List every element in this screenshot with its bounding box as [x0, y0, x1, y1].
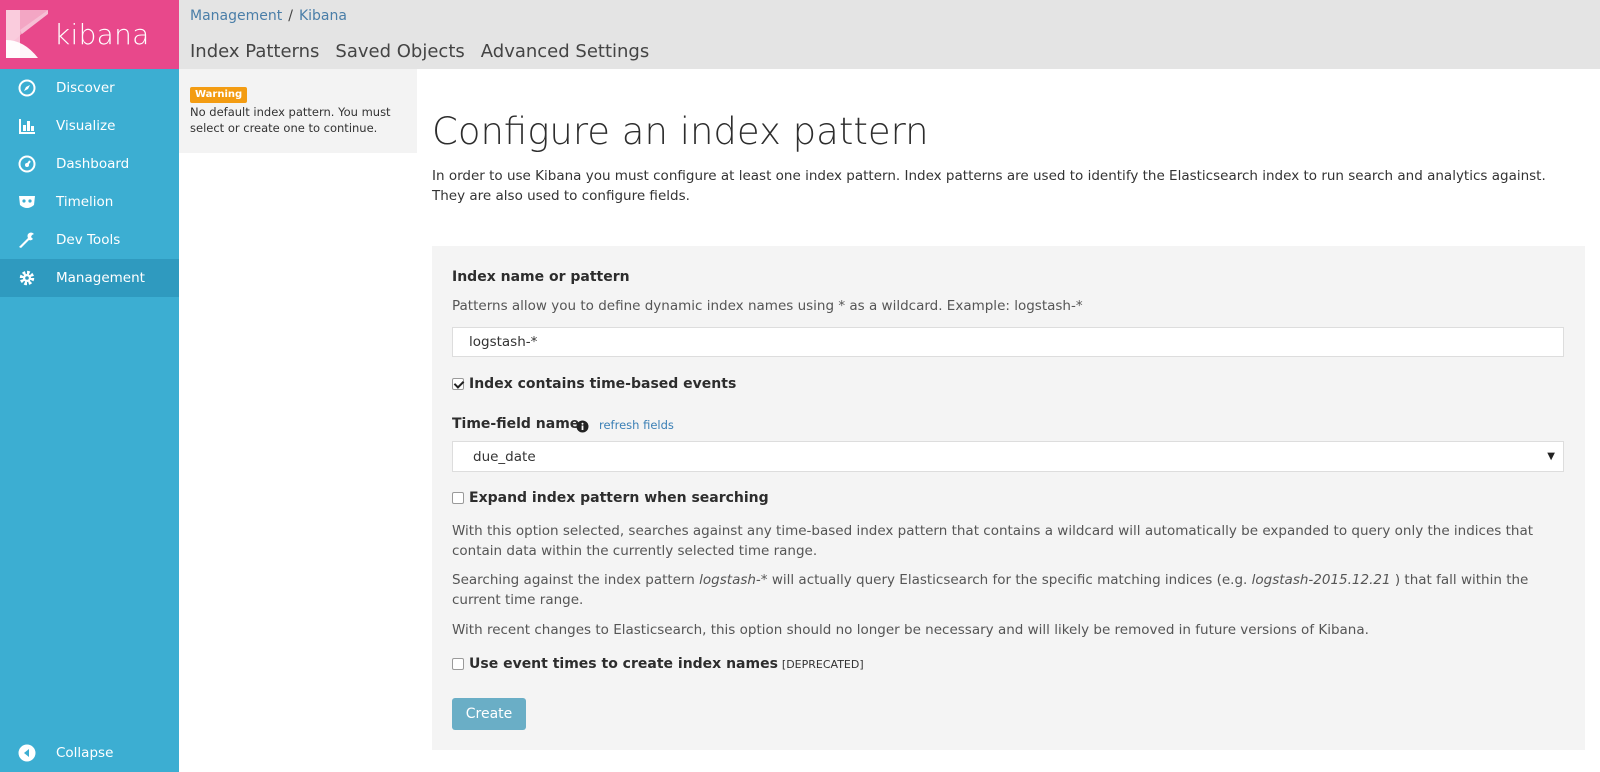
sidebar-item-discover[interactable]: Discover: [0, 69, 179, 107]
index-name-label: Index name or pattern: [452, 269, 630, 285]
expand-help-1: With this option selected, searches agai…: [452, 523, 1534, 559]
page-title: Configure an index pattern: [432, 110, 929, 153]
management-tabs: Index Patterns Saved Objects Advanced Se…: [190, 41, 649, 62]
help-text: Searching against the index pattern: [452, 572, 700, 588]
deprecated-tag: [DEPRECATED]: [781, 657, 864, 671]
time-based-checkbox[interactable]: [452, 378, 464, 390]
time-field-label: Time-field name: [452, 416, 580, 432]
collapse-label: Collapse: [56, 745, 114, 761]
sidebar-item-visualize[interactable]: Visualize: [0, 107, 179, 145]
sidebar-item-timelion[interactable]: Timelion: [0, 183, 179, 221]
sidebar: kibana Discover Visualize Dashboard Time…: [0, 0, 179, 772]
refresh-fields-link[interactable]: refresh fields: [599, 418, 674, 432]
sidebar-item-label: Discover: [56, 80, 115, 96]
time-based-option: Index contains time-based events: [452, 376, 736, 392]
warning-panel: Warning No default index pattern. You mu…: [179, 69, 417, 153]
expand-label[interactable]: Expand index pattern when searching: [469, 490, 769, 506]
time-based-label[interactable]: Index contains time-based events: [469, 376, 736, 392]
warning-text: No default index pattern. You must selec…: [190, 105, 391, 135]
dashboard-gauge-icon: [17, 155, 37, 173]
breadcrumb: Management / Kibana: [190, 8, 347, 24]
sidebar-item-label: Timelion: [56, 194, 114, 210]
index-pattern-form: Index name or pattern Patterns allow you…: [432, 246, 1585, 750]
tab-index-patterns[interactable]: Index Patterns: [190, 41, 319, 62]
help-pattern-example: logstash-*: [699, 572, 768, 588]
wrench-icon: [17, 231, 37, 249]
sidebar-item-label: Dev Tools: [56, 232, 121, 248]
tab-saved-objects[interactable]: Saved Objects: [335, 41, 464, 62]
expand-checkbox[interactable]: [452, 492, 464, 504]
index-name-input[interactable]: logstash-*: [452, 327, 1564, 357]
bar-chart-icon: [17, 117, 37, 135]
event-times-label[interactable]: Use event times to create index names: [469, 656, 778, 672]
create-button[interactable]: Create: [452, 698, 526, 730]
kibana-logo-icon: [6, 10, 48, 58]
tab-advanced-settings[interactable]: Advanced Settings: [481, 41, 649, 62]
sidebar-item-management[interactable]: Management: [0, 259, 179, 297]
collapse-button[interactable]: Collapse: [0, 734, 179, 772]
sidebar-item-dev-tools[interactable]: Dev Tools: [0, 221, 179, 259]
expand-help-2: Searching against the index pattern logs…: [452, 570, 1562, 610]
info-icon[interactable]: [576, 418, 589, 437]
breadcrumb-item-kibana[interactable]: Kibana: [299, 8, 347, 24]
sidebar-item-label: Dashboard: [56, 156, 130, 172]
time-field-select[interactable]: due_date ▼: [452, 441, 1564, 472]
timelion-mask-icon: [17, 193, 37, 211]
index-name-help: Patterns allow you to define dynamic ind…: [452, 298, 1083, 314]
event-times-option: Use event times to create index names [D…: [452, 656, 864, 672]
compass-icon: [17, 79, 37, 97]
help-index-example: logstash-2015.12.21: [1251, 572, 1391, 588]
gear-icon: [17, 269, 37, 287]
chevron-down-icon: ▼: [1547, 451, 1555, 462]
logo-text: kibana: [54, 18, 150, 51]
expand-help-3: With recent changes to Elasticsearch, th…: [452, 622, 1369, 638]
sidebar-item-label: Management: [56, 270, 145, 286]
event-times-checkbox[interactable]: [452, 658, 464, 670]
top-bar: Management / Kibana Index Patterns Saved O…: [179, 0, 1600, 69]
warning-badge: Warning: [190, 87, 248, 103]
time-field-selected-value: due_date: [473, 449, 536, 465]
sidebar-item-label: Visualize: [56, 118, 116, 134]
expand-option: Expand index pattern when searching: [452, 490, 769, 506]
intro-text: In order to use Kibana you must configur…: [432, 168, 1546, 204]
sidebar-item-dashboard[interactable]: Dashboard: [0, 145, 179, 183]
help-text: will actually query Elasticsearch for th…: [767, 572, 1252, 588]
breadcrumb-separator: /: [288, 8, 293, 24]
breadcrumb-item-management[interactable]: Management: [190, 8, 282, 24]
kibana-logo[interactable]: kibana: [0, 0, 179, 69]
collapse-arrow-icon: [17, 744, 37, 762]
